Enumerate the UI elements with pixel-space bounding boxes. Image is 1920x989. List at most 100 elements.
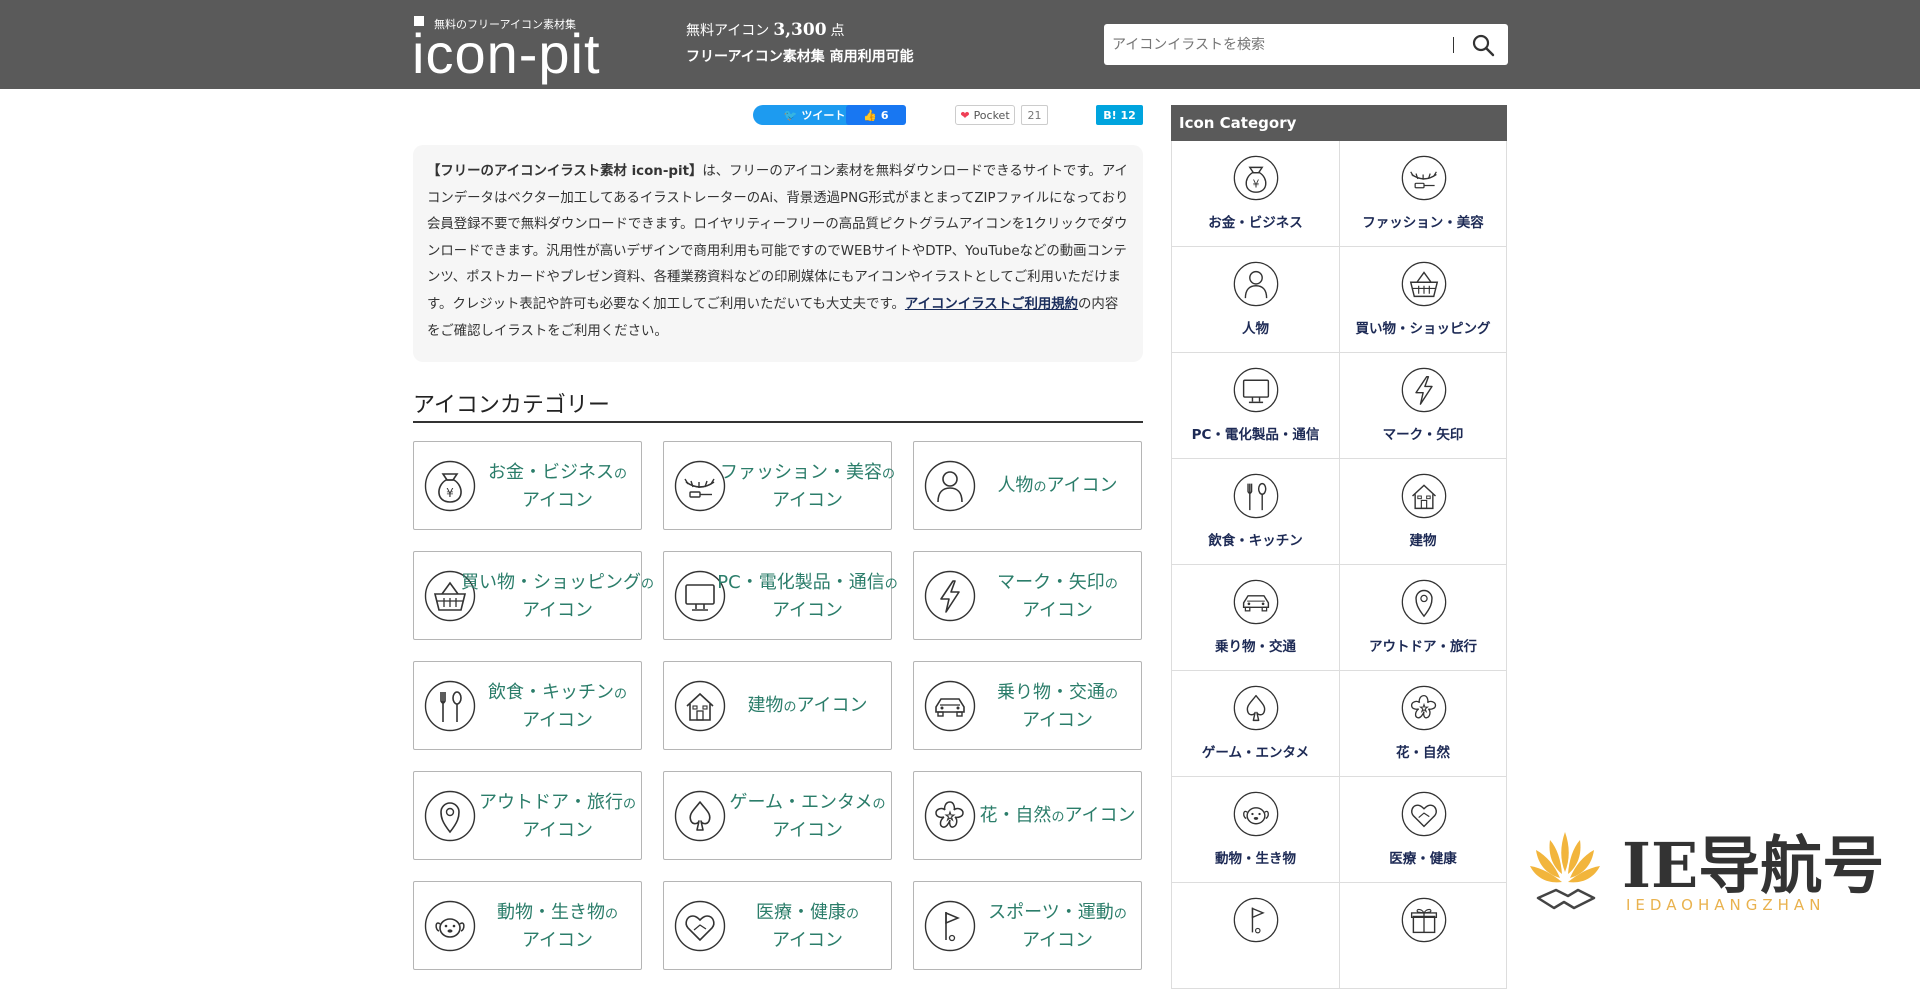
cutlery-icon xyxy=(1233,473,1279,519)
sidebar-category-label: アウトドア・旅行 xyxy=(1369,639,1477,655)
card-suffix: アイコン xyxy=(1021,929,1094,951)
sidebar-category-item[interactable]: 買い物・ショッピング xyxy=(1339,247,1507,353)
card-no: の xyxy=(1113,906,1127,922)
category-card-label: スポーツ・運動の アイコン xyxy=(976,882,1139,971)
monitor-icon xyxy=(1233,367,1279,413)
sidebar-category-label: 買い物・ショッピング xyxy=(1355,321,1491,337)
twitter-bird-icon: 🐦 xyxy=(783,108,798,122)
icon-category-sidebar: Icon Category ¥ お金・ビジネス ファッション・美容 人物 買い物・ショッ… xyxy=(1171,105,1507,989)
sidebar-category-item[interactable]: PC・電化製品・通信 xyxy=(1171,353,1339,459)
card-no: の xyxy=(613,686,627,702)
card-suffix: アイコン xyxy=(521,709,594,731)
category-card-label: マーク・矢印の アイコン xyxy=(976,552,1139,641)
card-title: 花・自然 xyxy=(979,804,1052,826)
sidebar-category-label: 医療・健康 xyxy=(1389,851,1457,867)
card-no: の xyxy=(1104,686,1118,702)
pocket-icon: ❤ xyxy=(960,108,970,122)
category-card[interactable]: 人物のアイコン xyxy=(913,441,1142,530)
sidebar-category-item[interactable]: ファッション・美容 xyxy=(1339,141,1507,247)
category-card-label: 動物・生き物の アイコン xyxy=(476,882,639,971)
sidebar-category-item[interactable]: ゲーム・エンタメ xyxy=(1171,671,1339,777)
intro-text: は、フリーのアイコン素材を無料ダウンロードできるサイトです。アイコンデータはベク… xyxy=(427,164,1129,312)
sidebar-category-label: 飲食・キッチン xyxy=(1208,533,1303,549)
category-card[interactable]: アウトドア・旅行の アイコン xyxy=(413,771,642,860)
card-suffix: アイコン xyxy=(521,929,594,951)
card-no: の xyxy=(872,796,886,812)
search-button[interactable] xyxy=(1464,29,1502,60)
sidebar-category-item[interactable]: 建物 xyxy=(1339,459,1507,565)
sidebar-category-item[interactable]: 医療・健康 xyxy=(1339,777,1507,883)
category-card[interactable]: ゲーム・エンタメの アイコン xyxy=(663,771,892,860)
hatena-bookmark-button[interactable]: B! 12 xyxy=(1096,105,1143,125)
map-pin-icon xyxy=(1401,579,1447,625)
card-no: の xyxy=(604,906,618,922)
category-card[interactable]: 動物・生き物の アイコン xyxy=(413,881,642,970)
pocket-count: 21 xyxy=(1021,105,1048,125)
house-icon xyxy=(674,680,726,732)
sidebar-category-label: 建物 xyxy=(1409,533,1437,549)
watermark-text: IE导航号 xyxy=(1622,829,1885,902)
sidebar-category-item[interactable]: 動物・生き物 xyxy=(1171,777,1339,883)
cutlery-icon xyxy=(424,680,476,732)
money-bag-icon: ¥ xyxy=(424,460,476,512)
card-no: の xyxy=(1033,479,1047,495)
category-card[interactable]: 乗り物・交通の アイコン xyxy=(913,661,1142,750)
flower-icon xyxy=(924,790,976,842)
gift-icon xyxy=(1401,897,1447,943)
sidebar-category-item[interactable]: アウトドア・旅行 xyxy=(1339,565,1507,671)
category-card[interactable]: マーク・矢印の アイコン xyxy=(913,551,1142,640)
card-title: 医療・健康 xyxy=(755,901,846,923)
sidebar-category-label: ファッション・美容 xyxy=(1362,215,1484,231)
map-pin-icon xyxy=(424,790,476,842)
golf-flag-icon xyxy=(1233,897,1279,943)
card-title: アウトドア・旅行 xyxy=(478,791,623,813)
sidebar-category-label: 動物・生き物 xyxy=(1215,851,1296,867)
sidebar-category-item[interactable]: 人物 xyxy=(1171,247,1339,353)
category-card-label: 花・自然のアイコン xyxy=(976,772,1139,861)
sidebar-category-item[interactable]: ¥ お金・ビジネス xyxy=(1171,141,1339,247)
person-icon xyxy=(924,460,976,512)
card-no: の xyxy=(845,906,859,922)
car-icon xyxy=(1233,579,1279,625)
tweet-label: ツイート xyxy=(801,109,846,122)
facebook-like-button[interactable]: 👍 6 xyxy=(846,105,906,125)
watermark-subtext: IEDAOHANGZHAN xyxy=(1626,896,1826,914)
pocket-button[interactable]: ❤ Pocket xyxy=(955,105,1015,125)
card-no: の xyxy=(641,576,655,592)
terms-link[interactable]: アイコンイラストご利用規約 xyxy=(905,297,1078,312)
category-card[interactable]: 飲食・キッチンのアイコン xyxy=(413,661,642,750)
card-no: の xyxy=(882,466,896,482)
sidebar-category-item[interactable] xyxy=(1339,883,1507,989)
card-suffix: アイコン xyxy=(1021,599,1094,621)
pocket-label: Pocket xyxy=(973,108,1010,122)
card-suffix: アイコン xyxy=(1021,709,1094,731)
card-no: の xyxy=(1051,809,1065,825)
tagline-line2: フリーアイコン素材集 商用利用可能 xyxy=(686,49,914,65)
sidebar-grid: ¥ お金・ビジネス ファッション・美容人物 買い物・ショッピング PC・電化製品・通信 マ… xyxy=(1171,141,1507,989)
car-icon xyxy=(924,680,976,732)
lightning-icon xyxy=(924,570,976,622)
sidebar-category-item[interactable]: 花・自然 xyxy=(1339,671,1507,777)
category-card[interactable]: ファッション・美容の アイコン xyxy=(663,441,896,530)
category-card[interactable]: 医療・健康の アイコン xyxy=(663,881,892,970)
sidebar-category-item[interactable] xyxy=(1171,883,1339,989)
sidebar-category-label: ゲーム・エンタメ xyxy=(1201,745,1310,761)
category-card[interactable]: 買い物・ショッピングの アイコン xyxy=(413,551,654,640)
card-no: の xyxy=(884,576,898,592)
sidebar-category-item[interactable]: 乗り物・交通 xyxy=(1171,565,1339,671)
category-card[interactable]: 建物のアイコン xyxy=(663,661,892,750)
sidebar-category-label: お金・ビジネス xyxy=(1208,215,1303,231)
category-card[interactable]: スポーツ・運動の アイコン xyxy=(913,881,1142,970)
flower-icon xyxy=(1401,685,1447,731)
site-header: 無料のフリーアイコン素材集 icon-pit 無料アイコン 3,300 点 フリ… xyxy=(0,0,1920,89)
card-title: ファッション・美容 xyxy=(720,461,882,483)
category-card[interactable]: 花・自然のアイコン xyxy=(913,771,1142,860)
category-card[interactable]: ¥ お金・ビジネスの アイコン xyxy=(413,441,642,530)
sidebar-category-item[interactable]: 飲食・キッチン xyxy=(1171,459,1339,565)
lightning-icon xyxy=(1401,367,1447,413)
category-card[interactable]: PC・電化製品・通信の アイコン xyxy=(663,551,898,640)
search-input[interactable] xyxy=(1104,24,1444,65)
sidebar-category-item[interactable]: マーク・矢印 xyxy=(1339,353,1507,459)
card-title: 飲食・キッチン xyxy=(487,681,614,703)
heart-hand-icon xyxy=(1401,791,1447,837)
